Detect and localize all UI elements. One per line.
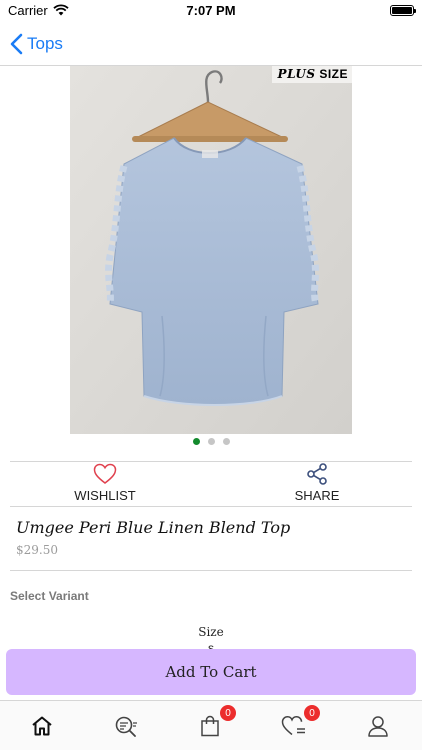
tab-home[interactable] <box>0 701 84 750</box>
back-button[interactable]: Tops <box>10 30 63 58</box>
badge-size-text: SIZE <box>319 67 348 81</box>
battery-icon <box>390 5 416 16</box>
navigation-bar: Tops <box>0 22 422 66</box>
chevron-left-icon <box>10 33 23 55</box>
wishlist-button[interactable]: WISHLIST <box>70 462 140 508</box>
wishlist-label: WISHLIST <box>74 488 136 503</box>
search-icon <box>115 716 137 737</box>
heart-icon <box>281 716 305 736</box>
blouse-image <box>70 66 352 434</box>
pager-dot-1[interactable] <box>192 438 200 445</box>
pager-dot-2[interactable] <box>207 438 215 445</box>
tab-bar: 0 0 <box>0 700 422 750</box>
image-pager[interactable] <box>0 438 422 445</box>
tab-profile[interactable] <box>336 701 420 750</box>
badge-plus-text: PLUS <box>277 67 316 81</box>
share-icon <box>307 463 327 485</box>
add-to-cart-button[interactable]: Add To Cart <box>6 649 416 695</box>
shopping-bag-icon <box>201 715 219 737</box>
share-label: SHARE <box>294 488 340 503</box>
heart-outline-icon <box>93 463 117 484</box>
status-time: 7:07 PM <box>186 3 236 18</box>
divider <box>10 570 412 571</box>
product-image[interactable]: PLUS SIZE <box>70 66 352 434</box>
pager-dot-3[interactable] <box>222 438 230 445</box>
select-variant-heading: Select Variant <box>10 589 89 603</box>
tab-cart[interactable]: 0 <box>168 701 252 750</box>
product-name: Umgee Peri Blue Linen Blend Top <box>16 518 291 537</box>
home-icon <box>32 716 52 736</box>
tab-search[interactable] <box>84 701 168 750</box>
user-icon <box>368 716 388 737</box>
cart-count-badge: 0 <box>220 705 236 721</box>
size-label: Size <box>198 625 224 639</box>
product-price: $29.50 <box>16 543 58 557</box>
tab-wishlist[interactable]: 0 <box>252 701 336 750</box>
wishlist-count-badge: 0 <box>304 705 320 721</box>
plus-size-badge: PLUS SIZE <box>271 66 352 83</box>
action-bar: WISHLIST SHARE <box>10 461 412 507</box>
back-label: Tops <box>27 34 63 53</box>
share-button[interactable]: SHARE <box>282 462 352 508</box>
status-bar: Carrier 7:07 PM <box>0 0 422 22</box>
